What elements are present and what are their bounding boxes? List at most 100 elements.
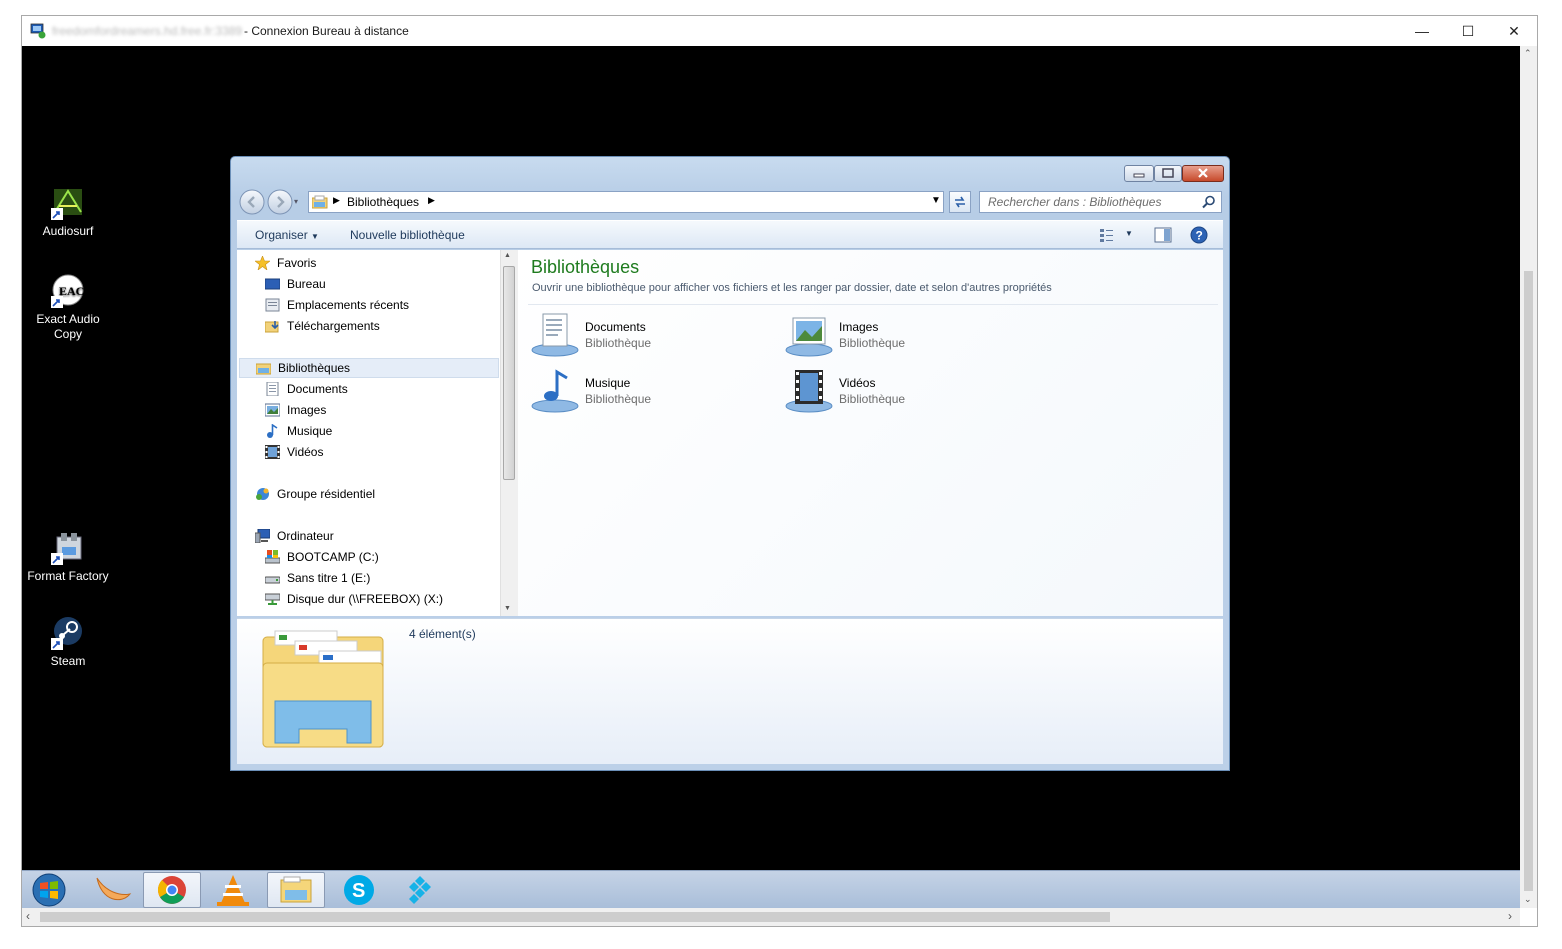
breadcrumb-libraries[interactable]: Bibliothèques bbox=[347, 195, 419, 209]
new-library-button[interactable]: Nouvelle bibliothèque bbox=[350, 228, 465, 242]
libraries-icon bbox=[255, 361, 272, 375]
nav-homegroup[interactable]: Groupe résidentiel bbox=[255, 484, 495, 504]
breadcrumb-separator-icon[interactable]: ▶ bbox=[333, 195, 340, 206]
divider bbox=[528, 304, 1218, 305]
nav-favorites[interactable]: Favoris bbox=[254, 253, 495, 273]
computer-icon bbox=[254, 528, 271, 544]
taskbar-chrome[interactable] bbox=[143, 872, 201, 908]
images-icon bbox=[264, 403, 281, 417]
music-icon bbox=[265, 423, 280, 438]
nav-recent-places[interactable]: Emplacements récents bbox=[265, 295, 495, 315]
library-documents[interactable]: Documents Bibliothèque bbox=[531, 312, 771, 358]
search-icon[interactable] bbox=[1202, 195, 1216, 212]
nav-documents[interactable]: Documents bbox=[265, 379, 495, 399]
documents-library-icon bbox=[531, 312, 579, 358]
steam-icon bbox=[51, 616, 85, 650]
taskbar-melon-app[interactable] bbox=[82, 872, 140, 908]
library-music[interactable]: Musique Bibliothèque bbox=[531, 368, 771, 414]
vscroll-thumb[interactable] bbox=[1524, 271, 1533, 891]
vscroll-up-arrow-icon[interactable]: ⌃ bbox=[1524, 48, 1532, 59]
refresh-button[interactable] bbox=[949, 191, 971, 213]
scroll-down-arrow-icon[interactable]: ▼ bbox=[504, 605, 511, 612]
nav-downloads[interactable]: Téléchargements bbox=[264, 316, 495, 336]
scrollbar-thumb[interactable] bbox=[503, 266, 515, 480]
hscroll-right-arrow-icon[interactable]: › bbox=[1508, 909, 1512, 923]
nav-drive-c[interactable]: BOOTCAMP (C:) bbox=[264, 547, 495, 567]
images-library-icon bbox=[785, 312, 833, 358]
forward-button[interactable] bbox=[267, 189, 293, 215]
navigation-pane: Favoris Bureau Emplacements récents Télé… bbox=[237, 250, 500, 616]
minimize-button[interactable]: — bbox=[1399, 16, 1445, 46]
address-bar[interactable]: ▶ Bibliothèques ▶ ▼ bbox=[308, 191, 944, 213]
libraries-folder-icon bbox=[311, 195, 328, 212]
removable-drive-icon bbox=[264, 571, 281, 585]
desktop-icon-label: Audiosurf bbox=[42, 224, 94, 238]
explorer-maximize-button[interactable] bbox=[1154, 165, 1182, 182]
navigation-scrollbar[interactable]: ▲ ▼ bbox=[500, 250, 518, 616]
page-description: Ouvrir une bibliothèque pour afficher vo… bbox=[532, 282, 1052, 294]
nav-desktop[interactable]: Bureau bbox=[264, 274, 495, 294]
help-icon[interactable]: ? bbox=[1190, 226, 1208, 247]
preview-pane-icon[interactable] bbox=[1154, 227, 1172, 246]
taskbar-explorer[interactable] bbox=[267, 872, 325, 908]
desktop-icon-exact-audio-copy[interactable]: EAC Exact Audio Copy bbox=[23, 274, 113, 342]
nav-libraries[interactable]: Bibliothèques bbox=[239, 358, 499, 378]
desktop-icon-label: Format Factory bbox=[27, 569, 109, 583]
taskbar-skype[interactable]: S bbox=[329, 872, 387, 908]
address-history-dropdown-icon[interactable]: ▼ bbox=[931, 195, 941, 206]
content-pane: Bibliothèques Ouvrir une bibliothèque po… bbox=[518, 250, 1223, 616]
network-drive-icon bbox=[264, 592, 281, 606]
nav-computer[interactable]: Ordinateur bbox=[254, 526, 495, 546]
hscroll-left-arrow-icon[interactable]: ‹ bbox=[26, 909, 30, 923]
desktop-icon-format-factory[interactable]: Format Factory bbox=[23, 531, 113, 584]
back-button[interactable] bbox=[239, 189, 265, 215]
recent-places-icon bbox=[265, 298, 280, 312]
explorer-close-button[interactable] bbox=[1182, 165, 1224, 182]
remote-desktop: Audiosurf EAC Exact Audio Copy Format Fa… bbox=[22, 46, 1520, 870]
start-button[interactable] bbox=[22, 872, 80, 908]
breadcrumb-expand-icon[interactable]: ▶ bbox=[428, 195, 435, 206]
taskbar-kodi[interactable] bbox=[391, 872, 449, 908]
rdp-vertical-scrollbar[interactable]: ⌃ ⌄ bbox=[1520, 46, 1537, 908]
recent-pages-chevron-icon[interactable]: ▾ bbox=[294, 197, 304, 207]
svg-text:?: ? bbox=[1196, 229, 1203, 243]
organize-chevron-down-icon: ▼ bbox=[311, 232, 319, 241]
nav-drive-e[interactable]: Sans titre 1 (E:) bbox=[264, 568, 495, 588]
nav-music[interactable]: Musique bbox=[265, 421, 495, 441]
nav-videos[interactable]: Vidéos bbox=[265, 442, 495, 462]
rdp-host-name: freedomfordreamers.hd.free.fr:3389 bbox=[52, 24, 243, 38]
change-view-icon[interactable] bbox=[1099, 227, 1115, 246]
search-input[interactable]: Rechercher dans : Bibliothèques bbox=[979, 191, 1222, 213]
desktop-icon-steam[interactable]: Steam bbox=[23, 616, 113, 669]
rdp-app-icon bbox=[30, 23, 46, 39]
remote-desktop-window: freedomfordreamers.hd.free.fr:3389 - Con… bbox=[21, 15, 1538, 927]
desktop-icon-label: Steam bbox=[50, 654, 86, 668]
search-placeholder: Rechercher dans : Bibliothèques bbox=[988, 195, 1162, 209]
view-options-chevron-down-icon[interactable]: ▼ bbox=[1125, 229, 1133, 238]
desktop-icon bbox=[264, 277, 281, 291]
maximize-button[interactable]: ☐ bbox=[1445, 16, 1491, 46]
hscroll-thumb[interactable] bbox=[40, 912, 1110, 922]
homegroup-icon bbox=[255, 487, 270, 501]
library-videos[interactable]: Vidéos Bibliothèque bbox=[785, 368, 1025, 414]
taskbar-vlc[interactable] bbox=[204, 872, 262, 908]
nav-drive-x[interactable]: Disque dur (\\FREEBOX) (X:) bbox=[264, 589, 495, 609]
documents-icon bbox=[265, 381, 280, 397]
item-count: 4 élément(s) bbox=[409, 627, 476, 641]
rdp-horizontal-scrollbar[interactable]: ‹ › bbox=[22, 908, 1520, 926]
star-icon bbox=[254, 255, 271, 271]
scroll-up-arrow-icon[interactable]: ▲ bbox=[504, 252, 511, 259]
vscroll-down-arrow-icon[interactable]: ⌄ bbox=[1524, 894, 1532, 905]
library-images[interactable]: Images Bibliothèque bbox=[785, 312, 1025, 358]
explorer-minimize-button[interactable] bbox=[1124, 165, 1154, 182]
rdp-window-title: - Connexion Bureau à distance bbox=[244, 24, 409, 38]
downloads-folder-icon bbox=[264, 319, 280, 333]
nav-images[interactable]: Images bbox=[264, 400, 495, 420]
videos-library-icon bbox=[785, 368, 833, 414]
audiosurf-icon bbox=[51, 186, 85, 220]
close-button[interactable]: ✕ bbox=[1491, 16, 1537, 46]
organize-menu[interactable]: Organiser ▼ bbox=[255, 228, 319, 242]
libraries-large-icon bbox=[261, 629, 387, 756]
desktop-icon-audiosurf[interactable]: Audiosurf bbox=[23, 186, 113, 239]
svg-text:S: S bbox=[352, 880, 365, 902]
